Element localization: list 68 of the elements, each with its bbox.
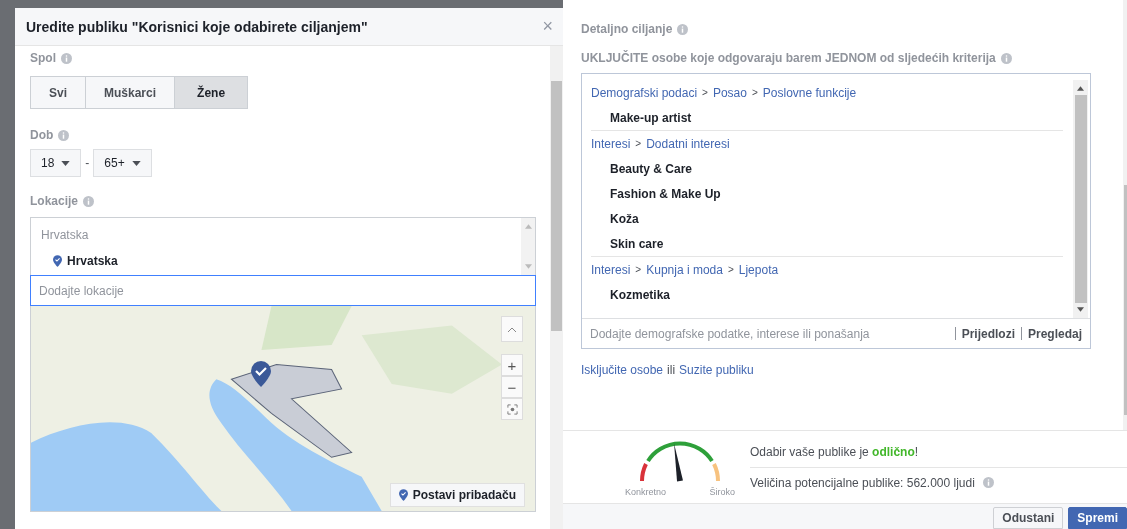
conjunction-text: ili xyxy=(667,363,676,377)
map-placeholder[interactable]: + − Postavi pribadaču xyxy=(30,306,536,512)
targeting-item[interactable]: Beauty & Care xyxy=(591,156,1063,181)
include-criteria-label: UKLJUČITE osobe koje odgovaraju barem JEDNOM od sljedećih kriterija xyxy=(581,51,996,65)
drop-pin-button[interactable]: Postavi pribadaču xyxy=(389,483,525,507)
scrollbar[interactable] xyxy=(550,46,563,529)
gauge-min-label: Konkretno xyxy=(625,487,667,497)
location-group-heading: Hrvatska xyxy=(41,228,90,242)
targeting-item[interactable]: Make-up artist xyxy=(591,105,1063,130)
audience-quality-message: Odabir vaše publike je odlično! xyxy=(750,444,1127,468)
gender-option[interactable]: Žene xyxy=(174,76,249,109)
info-icon[interactable] xyxy=(982,477,994,488)
category-link[interactable]: Posao xyxy=(712,85,747,100)
breadcrumb-separator: > xyxy=(751,87,758,98)
locations-label: Lokacije xyxy=(30,194,79,208)
category-link[interactable]: Dodatni interesi xyxy=(646,136,730,151)
category-link[interactable]: Interesi xyxy=(591,262,631,277)
audience-size-text: Veličina potencijalne publike: 562.000 ljudi xyxy=(750,475,975,490)
gauge-max-label: Široko xyxy=(709,487,735,497)
info-icon[interactable] xyxy=(58,129,70,141)
zoom-out-button[interactable]: − xyxy=(501,376,523,398)
scroll-up-icon[interactable] xyxy=(1077,86,1084,91)
gender-label: Spol xyxy=(30,51,56,65)
breadcrumb-separator: > xyxy=(727,264,734,275)
zoom-in-button[interactable]: + xyxy=(501,354,523,376)
pin-icon xyxy=(53,255,62,267)
breadcrumb-separator: > xyxy=(635,264,642,275)
collapse-button[interactable] xyxy=(501,316,523,342)
save-button[interactable]: Spremi xyxy=(1068,507,1127,529)
gender-option[interactable]: Svi xyxy=(30,76,86,109)
info-icon[interactable] xyxy=(83,195,95,207)
targeting-item[interactable]: Skin care xyxy=(591,231,1063,256)
targeting-action-button[interactable]: Pregledaj xyxy=(1027,326,1082,341)
scrollbar[interactable] xyxy=(1073,80,1088,318)
age-separator: - xyxy=(85,156,90,170)
breadcrumb-separator: > xyxy=(635,138,642,149)
cancel-button[interactable]: Odustani xyxy=(993,507,1064,529)
exclude-link[interactable]: Isključite osobe xyxy=(581,363,664,377)
scroll-down-icon[interactable] xyxy=(1077,307,1084,312)
targeting-item[interactable]: Fashion & Make Up xyxy=(591,181,1063,206)
caret-icon xyxy=(131,160,141,166)
category-link[interactable]: Ljepota xyxy=(738,262,779,277)
pin-icon xyxy=(398,489,408,501)
category-link[interactable]: Poslovne funkcije xyxy=(762,85,857,100)
location-search-field[interactable]: Dodajte lokacije xyxy=(30,275,536,306)
info-icon[interactable] xyxy=(61,52,72,64)
location-item[interactable]: Hrvatska xyxy=(67,254,118,268)
info-icon[interactable] xyxy=(677,23,689,35)
focus-icon xyxy=(506,403,518,415)
age-from-dropdown[interactable]: 18 xyxy=(30,149,82,177)
category-link[interactable]: Kupnja i moda xyxy=(646,262,723,277)
info-icon[interactable] xyxy=(1000,52,1012,64)
targeting-item[interactable]: Koža xyxy=(591,206,1063,231)
recenter-button[interactable] xyxy=(501,398,523,420)
category-link[interactable]: Interesi xyxy=(591,136,631,151)
age-to-dropdown[interactable]: 65+ xyxy=(93,149,152,177)
breadcrumb-separator: > xyxy=(702,87,708,98)
chevron-up-icon xyxy=(508,326,516,332)
gender-option[interactable]: Muškarci xyxy=(85,76,176,109)
detailed-targeting-label: Detaljno ciljanje xyxy=(581,22,673,36)
narrow-audience-link[interactable]: Suzite publiku xyxy=(679,363,754,377)
dialog-title: Uredite publiku "Korisnici koje odabirete ciljanjem" xyxy=(26,18,368,35)
location-pin-icon xyxy=(251,361,271,387)
targeting-item[interactable]: Kozmetika xyxy=(591,282,1063,307)
caret-icon xyxy=(61,160,71,166)
targeting-action-button[interactable]: Prijedlozi xyxy=(961,326,1015,341)
age-label: Dob xyxy=(30,128,54,142)
category-link[interactable]: Demografski podaci xyxy=(591,85,698,100)
